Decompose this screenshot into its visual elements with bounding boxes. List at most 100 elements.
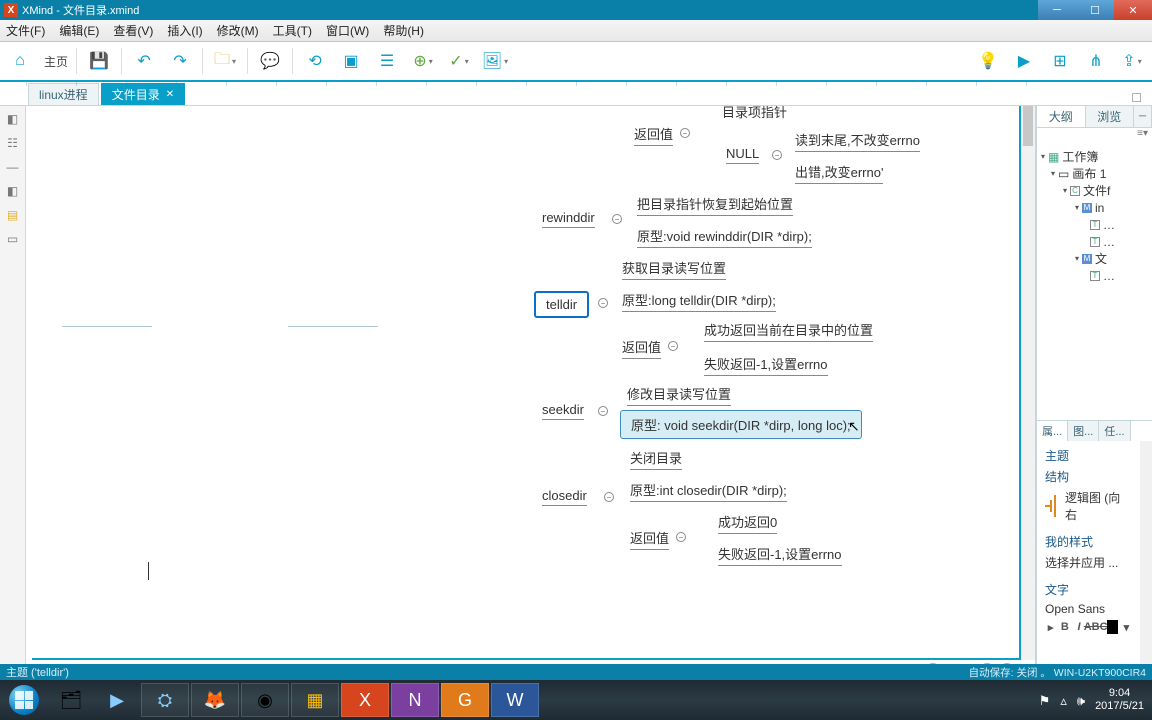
undo-button[interactable]: ↶ xyxy=(130,47,158,75)
node-tell-ret-a[interactable]: 成功返回当前在目录中的位置 xyxy=(704,320,873,342)
tab-outline[interactable]: 大纲 xyxy=(1037,106,1086,127)
node-close-b[interactable]: 原型:int closedir(DIR *dirp); xyxy=(630,480,787,502)
junction-icon[interactable]: − xyxy=(668,341,678,351)
prop-tab-c[interactable]: 任... xyxy=(1099,421,1130,441)
start-button[interactable] xyxy=(0,680,48,720)
left-tool-6[interactable]: ▭ xyxy=(4,230,22,248)
boundary-button[interactable]: ▣ xyxy=(337,47,365,75)
show-fmt-icon[interactable]: ▸ xyxy=(1045,620,1056,634)
node-dir-ptr[interactable]: 目录项指针 xyxy=(722,106,787,121)
strike-button[interactable]: ABC xyxy=(1088,620,1104,634)
taskbar-app-3[interactable]: G xyxy=(441,683,489,717)
junction-icon[interactable]: − xyxy=(680,128,690,138)
tab-linux[interactable]: linux进程 xyxy=(28,83,99,105)
tree-item[interactable]: T… xyxy=(1041,216,1148,233)
taskbar-xmind-icon[interactable]: X xyxy=(341,683,389,717)
prop-tab-b[interactable]: 图... xyxy=(1068,421,1099,441)
menu-tools[interactable]: 工具(T) xyxy=(273,22,312,39)
taskbar-word-icon[interactable]: W xyxy=(491,683,539,717)
tray-net-icon[interactable]: ▵ xyxy=(1060,694,1067,707)
node-ret1[interactable]: 返回值 xyxy=(634,124,673,146)
struct-selector[interactable]: 逻辑图 (向右 xyxy=(1045,489,1132,523)
home-button[interactable]: ⌂ xyxy=(6,47,34,75)
menu-modify[interactable]: 修改(M) xyxy=(217,22,259,39)
redo-button[interactable]: ↷ xyxy=(166,47,194,75)
tray-flag-icon[interactable]: ⚑ xyxy=(1039,694,1051,707)
folder-button[interactable]: 🗀 xyxy=(211,47,239,75)
panel-minimize-icon[interactable]: ─ xyxy=(1134,106,1152,127)
node-seekdir[interactable]: seekdir xyxy=(542,402,584,420)
node-tell-a[interactable]: 获取目录读写位置 xyxy=(622,258,726,280)
export-button[interactable]: ⇪ xyxy=(1118,47,1146,75)
node-rew-b[interactable]: 原型:void rewinddir(DIR *dirp); xyxy=(637,226,812,248)
left-tool-2[interactable]: ☷ xyxy=(4,134,22,152)
presentation-button[interactable]: ▶ xyxy=(1010,47,1038,75)
node-null-b[interactable]: 出错,改变errno' xyxy=(795,162,883,184)
node-close-a[interactable]: 关闭目录 xyxy=(630,448,682,470)
tray-clock[interactable]: 9:04 2017/5/21 xyxy=(1095,687,1144,713)
window-close-button[interactable]: ✕ xyxy=(1114,0,1152,20)
comment-button[interactable]: 💬 xyxy=(256,47,284,75)
tab-browse[interactable]: 浏览 xyxy=(1086,106,1135,127)
left-tool-3[interactable]: — xyxy=(4,158,22,176)
taskbar-media-icon[interactable]: ▶ xyxy=(95,683,139,717)
menu-view[interactable]: 查看(V) xyxy=(113,22,153,39)
tab-file-dir[interactable]: 文件目录✕ xyxy=(101,83,185,105)
node-seek-a[interactable]: 修改目录读写位置 xyxy=(627,384,731,406)
left-tool-1[interactable]: ◧ xyxy=(4,110,22,128)
tree-wen[interactable]: ▾M文 xyxy=(1041,250,1148,267)
tree-sheet[interactable]: ▾▭画布 1 xyxy=(1041,165,1148,182)
relationship-button[interactable]: ⟲ xyxy=(301,47,329,75)
text-color-button[interactable] xyxy=(1107,620,1118,634)
gantt-button[interactable]: ⊞ xyxy=(1046,47,1074,75)
tab-close-icon[interactable]: ✕ xyxy=(166,89,174,100)
node-seek-b[interactable]: 原型: void seekdir(DIR *dirp, long loc); xyxy=(620,410,862,439)
node-tell-ret-b[interactable]: 失败返回-1,设置errno xyxy=(704,354,828,376)
node-rew-a[interactable]: 把目录指针恢复到起始位置 xyxy=(637,194,793,216)
tree-file[interactable]: ▾C文件f xyxy=(1041,182,1148,199)
summary-button[interactable]: ☰ xyxy=(373,47,401,75)
left-tool-4[interactable]: ◧ xyxy=(4,182,22,200)
taskbar-app-2[interactable]: ▦ xyxy=(291,683,339,717)
share-button[interactable]: ⋔ xyxy=(1082,47,1110,75)
node-closedir[interactable]: closedir xyxy=(542,488,587,506)
more-fmt-icon[interactable]: ▾ xyxy=(1121,620,1132,634)
image-button[interactable]: 🖼 xyxy=(481,47,509,75)
junction-icon[interactable]: − xyxy=(612,214,622,224)
node-telldir[interactable]: telldir xyxy=(534,291,589,318)
tree-in[interactable]: ▾Min xyxy=(1041,199,1148,216)
window-maximize-button[interactable]: ☐ xyxy=(1076,0,1114,20)
taskbar-explorer-icon[interactable]: 🗂 xyxy=(49,683,93,717)
menu-window[interactable]: 窗口(W) xyxy=(326,22,369,39)
node-null-a[interactable]: 读到末尾,不改变errno xyxy=(795,130,920,152)
font-selector[interactable]: Open Sans xyxy=(1045,602,1132,616)
taskbar-chrome-icon[interactable]: ◉ xyxy=(241,683,289,717)
menu-help[interactable]: 帮助(H) xyxy=(383,22,424,39)
taskbar-app-1[interactable]: ⛭ xyxy=(141,683,189,717)
collapse-all-icon[interactable]: ≡▾ xyxy=(1137,128,1148,144)
tree-item[interactable]: T… xyxy=(1041,233,1148,250)
taskbar-onenote-icon[interactable]: N xyxy=(391,683,439,717)
apply-style[interactable]: 选择并应用 ... xyxy=(1045,554,1132,571)
junction-icon[interactable]: − xyxy=(598,406,608,416)
node-close-ret-a[interactable]: 成功返回0 xyxy=(718,512,777,534)
junction-icon[interactable]: − xyxy=(598,298,608,308)
node-close-ret[interactable]: 返回值 xyxy=(630,528,669,550)
mindmap-canvas[interactable]: 目录项指针 返回值 − NULL − 读到末尾,不改变errno 出错,改变er… xyxy=(32,106,1021,660)
tree-item[interactable]: T… xyxy=(1041,267,1148,284)
node-null[interactable]: NULL xyxy=(726,146,759,164)
bold-button[interactable]: B xyxy=(1059,620,1070,634)
junction-icon[interactable]: − xyxy=(772,150,782,160)
window-minimize-button[interactable]: ─ xyxy=(1038,0,1076,20)
junction-icon[interactable]: − xyxy=(676,532,686,542)
tabs-maximize-icon[interactable]: ☐ xyxy=(1127,91,1146,105)
prop-tab-a[interactable]: 属... xyxy=(1037,421,1068,441)
menu-file[interactable]: 文件(F) xyxy=(6,22,45,39)
add-topic-button[interactable]: ⊕ xyxy=(409,47,437,75)
canvas-vscroll[interactable] xyxy=(1021,106,1035,660)
save-button[interactable]: 💾 xyxy=(85,47,113,75)
menu-insert[interactable]: 插入(I) xyxy=(167,22,202,39)
node-tell-b[interactable]: 原型:long telldir(DIR *dirp); xyxy=(622,290,776,312)
tray-vol-icon[interactable]: 🕪 xyxy=(1077,694,1085,707)
marker-button[interactable]: ✓ xyxy=(445,47,473,75)
